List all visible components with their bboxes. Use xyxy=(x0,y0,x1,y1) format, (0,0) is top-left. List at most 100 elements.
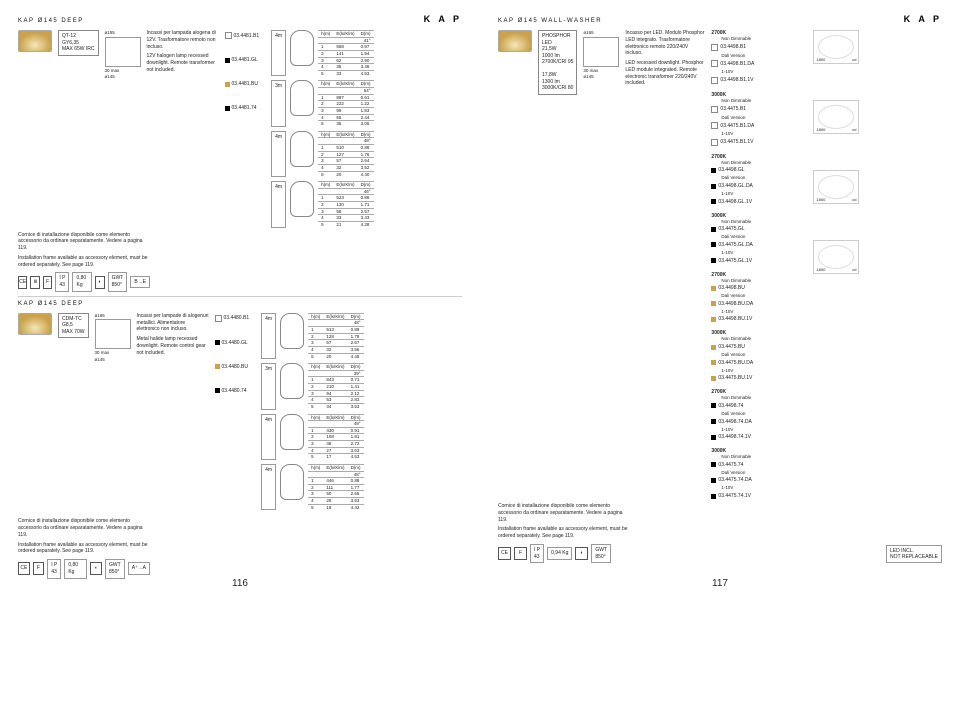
variant-label: Non Dimmable xyxy=(721,36,807,42)
photometric-table: h(m)E(lx/Klm)D(m)39°18430.7122101.413942… xyxy=(308,363,364,409)
color-swatch xyxy=(215,364,220,369)
beam-diagram xyxy=(280,313,304,349)
description-it-3: Incasso per LED. Modulo Phosphor LED int… xyxy=(625,30,705,57)
cutout-diagram xyxy=(95,319,131,349)
left-page: KAP Ø145 DEEP K A P QT-12 GY6,35 MAX 65W… xyxy=(0,0,480,593)
product-code: 03.4475.74.1V xyxy=(711,493,807,499)
beam-diagram xyxy=(280,464,304,500)
energy-class: A⁺→A xyxy=(128,562,150,575)
distance-label: 4m xyxy=(261,414,276,460)
product-code: 03.4498.BU.1V xyxy=(711,316,807,322)
dimension: ø155 xyxy=(105,30,141,36)
f-mark-icon: F xyxy=(33,562,45,575)
photometric-table: h(m)E(lx/Klm)D(m)48°15130.8921281.783572… xyxy=(308,313,364,359)
dimension: 30 max xyxy=(583,68,619,74)
product-code: 03.4475.GL.DA xyxy=(711,242,807,248)
left-product-title-2: KAP Ø145 DEEP xyxy=(18,301,462,307)
frame-note-en: Installation frame available as accessor… xyxy=(18,542,150,556)
variant-label: Dali Version xyxy=(721,293,807,299)
product-code: 03.4498.74.1V xyxy=(711,434,807,440)
color-swatch xyxy=(711,44,718,51)
variant-label: 1-10V xyxy=(721,191,807,197)
description-en-1: 12V halogen lamp recessed downlight. Rem… xyxy=(147,53,219,73)
lamp-spec-box-1: QT-12 GY6,35 MAX 65W IRC xyxy=(58,30,99,56)
fixture-image-2 xyxy=(18,313,52,335)
f-mark-icon: F xyxy=(43,276,52,289)
color-swatch xyxy=(711,199,716,204)
color-swatch xyxy=(711,77,718,84)
color-swatch xyxy=(711,242,716,247)
brand-logo: K A P xyxy=(904,14,942,24)
ce-icon: CE xyxy=(18,562,30,575)
dimension: ø165 xyxy=(95,313,131,319)
color-swatch xyxy=(711,139,718,146)
variant-group: 3000KNon Dimmable03.4475.GLDali Version0… xyxy=(711,213,807,266)
color-swatch xyxy=(225,32,232,39)
variant-label: Dali Version xyxy=(721,234,807,240)
beam-diagram xyxy=(280,363,304,399)
color-swatch xyxy=(215,388,220,393)
product-code: 03.4481.B1 xyxy=(225,32,260,39)
variant-label: Non Dimmable xyxy=(721,454,807,460)
variant-label: Non Dimmable xyxy=(721,160,807,166)
color-swatch xyxy=(711,462,716,467)
color-swatch xyxy=(711,478,716,483)
color-swatch xyxy=(711,360,716,365)
photometric-table: h(m)E(lx/Klm)D(m)48°14460.8821111.773502… xyxy=(308,464,364,510)
weight: 0,80 Kg xyxy=(72,272,92,292)
distance-label: 4m xyxy=(271,181,286,227)
color-swatch xyxy=(711,258,716,263)
product-code: 03.4480.B1 xyxy=(215,315,250,322)
color-swatch xyxy=(711,345,716,350)
product-code: 03.4475.B1.DA xyxy=(711,122,807,129)
brand-logo: K A P xyxy=(424,14,462,24)
color-swatch xyxy=(215,340,220,345)
variant-group: 3000KNon Dimmable03.4475.74Dali Version0… xyxy=(711,448,807,501)
cutout-diagram xyxy=(583,37,619,67)
frame-note-it: Cornice di installazione disponibile com… xyxy=(498,503,630,523)
beam-diagram xyxy=(290,181,314,217)
variant-label: Non Dimmable xyxy=(721,98,807,104)
color-swatch xyxy=(225,106,230,111)
dimension: 30 max xyxy=(95,350,131,356)
variant-group: 3000KNon Dimmable03.4475.BUDali Version0… xyxy=(711,330,807,383)
ip-rating: I P 43 xyxy=(55,272,69,292)
dimension: ø165 xyxy=(583,30,619,36)
ip-rating: I P 43 xyxy=(47,559,61,579)
photometric-table: h(m)E(lx/Klm)D(m)46°15230.8621301.713582… xyxy=(318,181,374,227)
codes-column-1: 03.4481.B103.4481.GL03.4481.BU03.4481.74 xyxy=(225,30,260,113)
dimmer-icon: ◐ xyxy=(95,276,104,289)
product-code: 03.4475.BU xyxy=(711,344,807,350)
variant-label: Non Dimmable xyxy=(721,336,807,342)
dimension: 30 max xyxy=(105,68,141,74)
lamp-spec-box-2: CDM-TC G8,5 MAX 70W xyxy=(58,313,89,339)
color-swatch xyxy=(711,403,716,408)
gwt-rating: GWT 850° xyxy=(591,544,611,564)
product-code: 03.4481.GL xyxy=(225,57,260,63)
variant-label: Dali Version xyxy=(721,470,807,476)
product-code: 03.4498.GL.DA xyxy=(711,183,807,189)
dimension: ø145 xyxy=(105,74,141,80)
gwt-rating: GWT 850° xyxy=(108,272,128,292)
color-swatch xyxy=(711,317,716,322)
dimension: ø145 xyxy=(95,357,131,363)
color-swatch xyxy=(711,494,716,499)
distance-label: 4m xyxy=(271,30,286,76)
right-page: KAP Ø145 WALL-WASHER K A P PHOSPHOR LED … xyxy=(480,0,960,593)
f-mark-icon: F xyxy=(514,547,527,560)
product-code: 03.4475.B1.1V xyxy=(711,139,807,146)
variant-label: 1-10V xyxy=(721,250,807,256)
beam-diagram xyxy=(290,131,314,167)
fixture-image-1 xyxy=(18,30,52,52)
variant-label: 1-10V xyxy=(721,485,807,491)
color-swatch xyxy=(711,122,718,129)
variant-group: 2700KNon Dimmable03.4498.GLDali Version0… xyxy=(711,154,807,207)
product-code: 03.4480.74 xyxy=(215,388,250,394)
ce-icon: CE xyxy=(498,547,511,560)
polar-diagram: 1800cd xyxy=(813,240,859,274)
variant-label: Dali Version xyxy=(721,175,807,181)
frame-note-it: Cornice di installazione disponibile com… xyxy=(18,232,150,252)
led-included-note: LED INCL. NOT REPLACEABLE xyxy=(886,545,942,563)
gwt-rating: GWT 850° xyxy=(105,559,125,579)
color-swatch xyxy=(711,286,716,291)
